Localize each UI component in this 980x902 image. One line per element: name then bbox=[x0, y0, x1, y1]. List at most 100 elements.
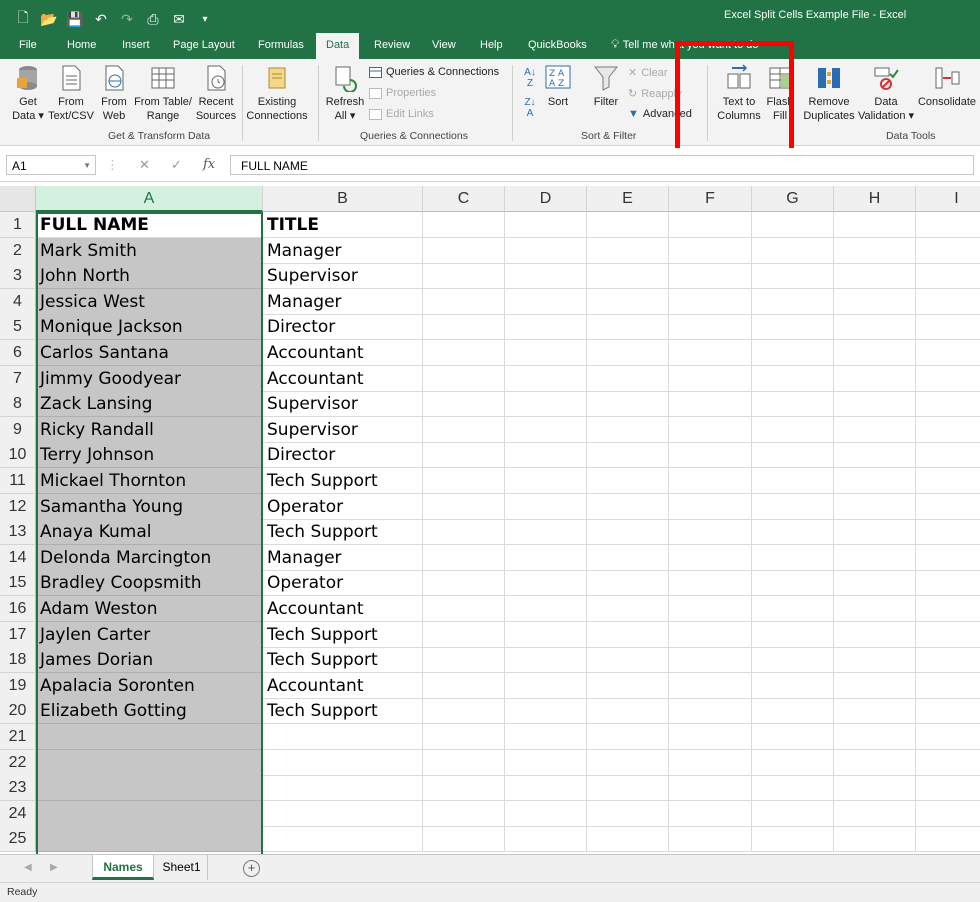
cell-g8[interactable] bbox=[752, 391, 834, 417]
cell-d2[interactable] bbox=[505, 238, 587, 264]
cell-i10[interactable] bbox=[916, 442, 980, 468]
cell-i14[interactable] bbox=[916, 545, 980, 571]
cell-i11[interactable] bbox=[916, 468, 980, 494]
cell-i2[interactable] bbox=[916, 238, 980, 264]
cell-g15[interactable] bbox=[752, 570, 834, 596]
row-header[interactable]: 6 bbox=[0, 340, 36, 366]
cell-c20[interactable] bbox=[423, 698, 505, 724]
cell-d1[interactable] bbox=[505, 212, 587, 238]
cell-a23[interactable] bbox=[36, 775, 263, 801]
row-header[interactable]: 17 bbox=[0, 622, 36, 648]
sheet-tab-names[interactable]: Names bbox=[92, 855, 154, 880]
cell-a18[interactable]: James Dorian bbox=[36, 647, 263, 673]
cell-i8[interactable] bbox=[916, 391, 980, 417]
cell-e19[interactable] bbox=[587, 673, 669, 699]
cell-h18[interactable] bbox=[834, 647, 916, 673]
cell-b17[interactable]: Tech Support bbox=[263, 622, 423, 648]
cell-b18[interactable]: Tech Support bbox=[263, 647, 423, 673]
cell-f4[interactable] bbox=[669, 289, 752, 315]
cell-e5[interactable] bbox=[587, 314, 669, 340]
cell-i1[interactable] bbox=[916, 212, 980, 238]
cell-b22[interactable] bbox=[263, 750, 423, 776]
row-header[interactable]: 18 bbox=[0, 647, 36, 673]
row-header[interactable]: 4 bbox=[0, 289, 36, 315]
cell-h21[interactable] bbox=[834, 724, 916, 750]
cell-b16[interactable]: Accountant bbox=[263, 596, 423, 622]
cell-i12[interactable] bbox=[916, 494, 980, 520]
cell-f25[interactable] bbox=[669, 826, 752, 852]
remove-duplicates-button[interactable]: Remove Duplicates bbox=[801, 64, 857, 123]
cell-d3[interactable] bbox=[505, 263, 587, 289]
cell-h9[interactable] bbox=[834, 417, 916, 443]
cell-d19[interactable] bbox=[505, 673, 587, 699]
cell-i4[interactable] bbox=[916, 289, 980, 315]
name-box[interactable]: A1 ▼ bbox=[6, 155, 96, 175]
column-header[interactable]: G bbox=[752, 186, 834, 212]
cell-b15[interactable]: Operator bbox=[263, 570, 423, 596]
properties-button[interactable]: Properties bbox=[369, 87, 436, 99]
row-header[interactable]: 24 bbox=[0, 801, 36, 827]
row-header[interactable]: 15 bbox=[0, 570, 36, 596]
cell-b21[interactable] bbox=[263, 724, 423, 750]
cell-g13[interactable] bbox=[752, 519, 834, 545]
cell-a21[interactable] bbox=[36, 724, 263, 750]
row-header[interactable]: 23 bbox=[0, 775, 36, 801]
cell-i22[interactable] bbox=[916, 750, 980, 776]
flash-fill-button[interactable]: Flash Fill bbox=[765, 64, 795, 123]
column-header[interactable]: H bbox=[834, 186, 916, 212]
cell-i23[interactable] bbox=[916, 775, 980, 801]
cell-a25[interactable] bbox=[36, 826, 263, 852]
cell-d8[interactable] bbox=[505, 391, 587, 417]
cell-b7[interactable]: Accountant bbox=[263, 366, 423, 392]
cell-a6[interactable]: Carlos Santana bbox=[36, 340, 263, 366]
row-header[interactable]: 8 bbox=[0, 391, 36, 417]
tab-view[interactable]: View bbox=[432, 39, 456, 51]
refresh-all-button[interactable]: Refresh All ▾ bbox=[325, 64, 365, 123]
row-header[interactable]: 10 bbox=[0, 442, 36, 468]
cell-h1[interactable] bbox=[834, 212, 916, 238]
row-header[interactable]: 3 bbox=[0, 263, 36, 289]
email-icon[interactable]: ✉ bbox=[170, 11, 188, 28]
cell-g5[interactable] bbox=[752, 314, 834, 340]
cell-e25[interactable] bbox=[587, 826, 669, 852]
cell-b14[interactable]: Manager bbox=[263, 545, 423, 571]
cell-e23[interactable] bbox=[587, 775, 669, 801]
cell-f8[interactable] bbox=[669, 391, 752, 417]
cell-b23[interactable] bbox=[263, 775, 423, 801]
cell-a11[interactable]: Mickael Thornton bbox=[36, 468, 263, 494]
row-header[interactable]: 2 bbox=[0, 238, 36, 264]
column-header[interactable]: F bbox=[669, 186, 752, 212]
row-header[interactable]: 19 bbox=[0, 673, 36, 699]
cell-f14[interactable] bbox=[669, 545, 752, 571]
cell-d21[interactable] bbox=[505, 724, 587, 750]
tab-review[interactable]: Review bbox=[374, 39, 410, 51]
cell-b1[interactable]: TITLE bbox=[263, 212, 423, 238]
cell-d5[interactable] bbox=[505, 314, 587, 340]
cell-f24[interactable] bbox=[669, 801, 752, 827]
cell-c3[interactable] bbox=[423, 263, 505, 289]
cell-b5[interactable]: Director bbox=[263, 314, 423, 340]
cell-a7[interactable]: Jimmy Goodyear bbox=[36, 366, 263, 392]
cell-i5[interactable] bbox=[916, 314, 980, 340]
cell-g23[interactable] bbox=[752, 775, 834, 801]
cell-d7[interactable] bbox=[505, 366, 587, 392]
cell-e13[interactable] bbox=[587, 519, 669, 545]
cell-i13[interactable] bbox=[916, 519, 980, 545]
cell-g16[interactable] bbox=[752, 596, 834, 622]
cell-e16[interactable] bbox=[587, 596, 669, 622]
formula-input[interactable]: FULL NAME bbox=[230, 155, 974, 175]
cell-c18[interactable] bbox=[423, 647, 505, 673]
cell-g1[interactable] bbox=[752, 212, 834, 238]
cell-b8[interactable]: Supervisor bbox=[263, 391, 423, 417]
cell-f16[interactable] bbox=[669, 596, 752, 622]
consolidate-button[interactable]: Consolidate bbox=[917, 64, 977, 109]
cell-f22[interactable] bbox=[669, 750, 752, 776]
cell-h24[interactable] bbox=[834, 801, 916, 827]
cell-c22[interactable] bbox=[423, 750, 505, 776]
cell-f13[interactable] bbox=[669, 519, 752, 545]
cell-e18[interactable] bbox=[587, 647, 669, 673]
cell-h4[interactable] bbox=[834, 289, 916, 315]
cell-d6[interactable] bbox=[505, 340, 587, 366]
column-header[interactable]: C bbox=[423, 186, 505, 212]
enter-check-icon[interactable]: ✓ bbox=[171, 157, 182, 173]
